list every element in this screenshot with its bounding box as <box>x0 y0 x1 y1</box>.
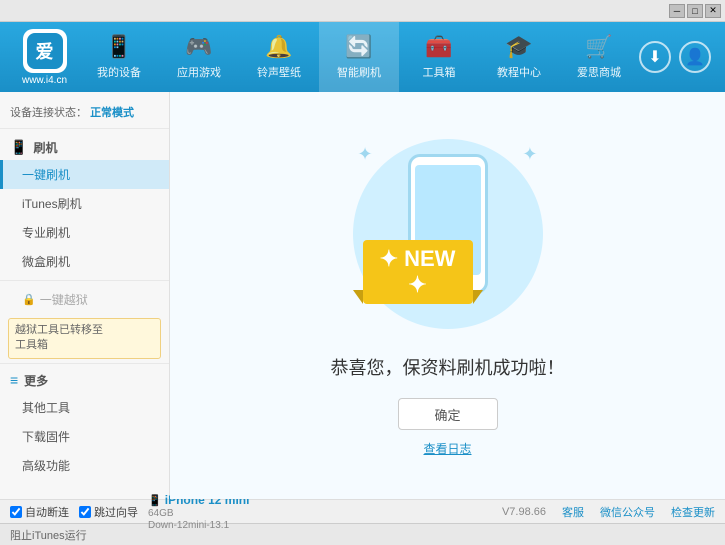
nav-icon-apps: 🎮 <box>185 34 212 60</box>
jailbreak-label: 一键越狱 <box>40 291 88 308</box>
section-more-header: ≡ 更多 <box>0 368 169 393</box>
main-area: 设备连接状态： 正常模式 📱 刷机 一键刷机 iTunes刷机 专业刷机 微盒刷… <box>0 92 725 499</box>
user-btn[interactable]: 👤 <box>679 41 711 73</box>
sidebar-item-one-click-flash[interactable]: 一键刷机 <box>0 160 169 189</box>
micro-flash-label: 微盒刷机 <box>22 255 70 269</box>
logo-inner: 爱 <box>27 33 63 69</box>
nav-label-app-store: 爱思商城 <box>577 64 621 80</box>
divider-1 <box>0 280 169 281</box>
notice-text: 越狱工具已转移至工具箱 <box>15 324 103 351</box>
more-icon: ≡ <box>10 372 18 388</box>
skip-wizard-label: 跳过向导 <box>94 504 138 520</box>
bottom-right: V7.98.66 客服 微信公众号 检查更新 <box>502 504 715 520</box>
nav-item-toolbox[interactable]: 🧰 工具箱 <box>399 22 479 92</box>
header: 爱 www.i4.cn 📱 我的设备 🎮 应用游戏 🔔 铃声壁纸 🔄 智能刷机 … <box>0 22 725 92</box>
sidebar-item-pro-flash[interactable]: 专业刷机 <box>0 218 169 247</box>
skip-wizard-checkbox[interactable]: 跳过向导 <box>79 504 138 520</box>
nav-label-toolbox: 工具箱 <box>423 64 456 80</box>
section-more-label: 更多 <box>24 372 48 389</box>
nav-icon-toolbox: 🧰 <box>425 34 452 60</box>
other-tools-label: 其他工具 <box>22 401 70 415</box>
nav-item-smart-flash[interactable]: 🔄 智能刷机 <box>319 22 399 92</box>
ribbon-text: NEW <box>404 246 455 271</box>
jailbreak-section: 🔒 一键越狱 <box>0 285 169 314</box>
confirm-button[interactable]: 确定 <box>398 398 498 430</box>
one-click-flash-label: 一键刷机 <box>22 168 70 182</box>
nav-icon-smart-flash: 🔄 <box>345 34 372 60</box>
flash-icon: 📱 <box>10 139 27 156</box>
ribbon-tail-left <box>353 290 363 304</box>
nav-label-apps: 应用游戏 <box>177 64 221 80</box>
auto-close-label: 自动断连 <box>25 504 69 520</box>
nav-label-smart-flash: 智能刷机 <box>337 64 381 80</box>
sidebar-item-micro-flash[interactable]: 微盒刷机 <box>0 247 169 276</box>
nav-item-tutorials[interactable]: 🎓 教程中心 <box>479 22 559 92</box>
section-flash-label: 刷机 <box>33 139 57 156</box>
check-update-link[interactable]: 检查更新 <box>671 504 715 520</box>
nav-item-my-device[interactable]: 📱 我的设备 <box>79 22 159 92</box>
device-status: 设备连接状态： 正常模式 <box>0 100 169 129</box>
jailbreak-notice: 越狱工具已转移至工具箱 <box>8 318 161 359</box>
divider-2 <box>0 363 169 364</box>
nav-icon-app-store: 🛒 <box>585 34 612 60</box>
auto-close-input[interactable] <box>10 506 22 518</box>
logo-icon: 爱 <box>23 29 67 73</box>
close-btn[interactable]: ✕ <box>705 4 721 18</box>
sidebar: 设备连接状态： 正常模式 📱 刷机 一键刷机 iTunes刷机 专业刷机 微盒刷… <box>0 92 170 499</box>
device-storage: 64GB <box>148 508 174 519</box>
download-fw-label: 下载固件 <box>22 430 70 444</box>
new-ribbon: ✦ NEW ✦ <box>363 240 473 304</box>
logo[interactable]: 爱 www.i4.cn <box>10 29 79 86</box>
version-text: V7.98.66 <box>502 506 546 518</box>
maximize-btn[interactable]: □ <box>687 4 703 18</box>
sidebar-item-download-fw[interactable]: 下载固件 <box>0 422 169 451</box>
sidebar-item-itunes-flash[interactable]: iTunes刷机 <box>0 189 169 218</box>
nav-item-app-store[interactable]: 🛒 爱思商城 <box>559 22 639 92</box>
customer-service-link[interactable]: 客服 <box>562 504 584 520</box>
bottom-bar: 自动断连 跳过向导 📱 iPhone 12 mini 64GB Down-12m… <box>0 499 725 523</box>
itunes-flash-label: iTunes刷机 <box>22 197 82 211</box>
nav-label-tutorials: 教程中心 <box>497 64 541 80</box>
view-log-link[interactable]: 查看日志 <box>423 440 471 457</box>
nav-icon-my-device: 📱 <box>105 34 132 60</box>
itunes-status-text: 阻止iTunes运行 <box>10 527 87 543</box>
content-area: ✦ ✦ ✦ NEW ✦ 恭喜您，保资料刷机成功啦！ 确定 查看日志 <box>170 92 725 499</box>
nav-label-my-device: 我的设备 <box>97 64 141 80</box>
phone-illustration: ✦ ✦ ✦ NEW ✦ <box>348 134 548 334</box>
device-model: Down-12mini-13.1 <box>148 520 229 531</box>
ribbon-content: ✦ NEW ✦ <box>363 240 473 304</box>
nav-items: 📱 我的设备 🎮 应用游戏 🔔 铃声壁纸 🔄 智能刷机 🧰 工具箱 🎓 教程中心… <box>79 22 639 92</box>
success-message: 恭喜您，保资料刷机成功啦！ <box>331 354 565 380</box>
advanced-label: 高级功能 <box>22 459 70 473</box>
sparkle-left-icon: ✦ <box>358 144 373 165</box>
nav-icon-ringtones: 🔔 <box>265 34 292 60</box>
logo-subtitle: www.i4.cn <box>22 75 67 86</box>
skip-wizard-input[interactable] <box>79 506 91 518</box>
device-phone-icon: 📱 <box>148 495 162 507</box>
nav-icon-tutorials: 🎓 <box>505 34 532 60</box>
sparkle-right-icon: ✦ <box>522 144 537 165</box>
nav-item-apps-games[interactable]: 🎮 应用游戏 <box>159 22 239 92</box>
nav-item-ringtones[interactable]: 🔔 铃声壁纸 <box>239 22 319 92</box>
status-value: 正常模式 <box>90 107 134 119</box>
title-bar: ─ □ ✕ <box>0 0 725 22</box>
download-btn[interactable]: ⬇ <box>639 41 671 73</box>
section-flash-header: 📱 刷机 <box>0 135 169 160</box>
lock-icon: 🔒 <box>22 293 36 306</box>
status-label: 设备连接状态： <box>10 107 87 119</box>
sidebar-item-advanced[interactable]: 高级功能 <box>0 451 169 480</box>
ribbon-tail-right <box>473 290 483 304</box>
pro-flash-label: 专业刷机 <box>22 226 70 240</box>
auto-close-checkbox[interactable]: 自动断连 <box>10 504 69 520</box>
sidebar-item-other-tools[interactable]: 其他工具 <box>0 393 169 422</box>
minimize-btn[interactable]: ─ <box>669 4 685 18</box>
nav-label-ringtones: 铃声壁纸 <box>257 64 301 80</box>
window-controls[interactable]: ─ □ ✕ <box>669 4 721 18</box>
wechat-link[interactable]: 微信公众号 <box>600 504 655 520</box>
nav-right-buttons: ⬇ 👤 <box>639 41 711 73</box>
